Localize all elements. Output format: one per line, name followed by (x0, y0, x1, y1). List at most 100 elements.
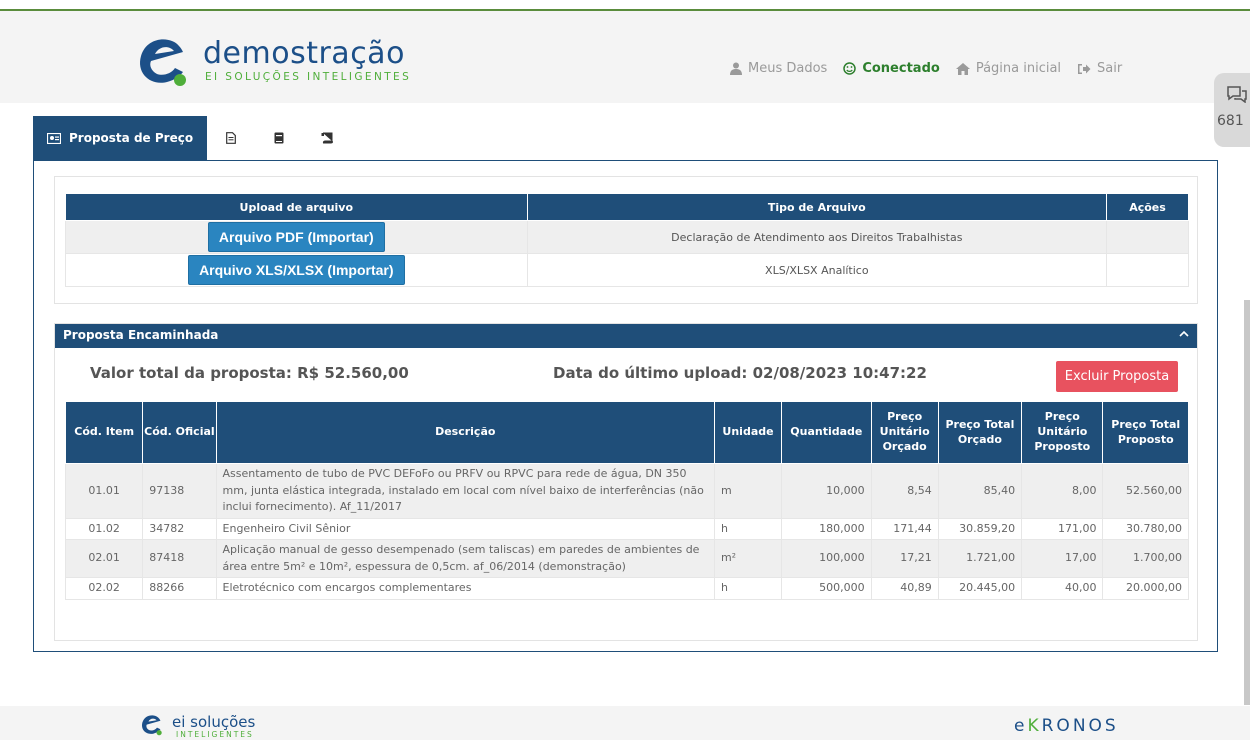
page-scrollbar[interactable] (1244, 300, 1250, 705)
brand-mark-icon (140, 39, 186, 86)
section-header[interactable]: Proposta Encaminhada (55, 324, 1197, 348)
item-code-cell: 01.02 (64, 517, 144, 540)
tab-content-panel: Upload de arquivo Tipo de Arquivo Ações … (33, 160, 1218, 652)
chat-widget[interactable]: 681 (1214, 73, 1250, 147)
footer-brand-logo[interactable]: ei soluções INTELIGENTES (138, 713, 298, 739)
actions-cell (1106, 220, 1189, 254)
proposed-unit-price-cell: 17,00 (1021, 539, 1104, 578)
id-card-icon (47, 132, 61, 144)
table-row: 02.01 87418 Aplicação manual de gesso dese… (64, 539, 1189, 578)
file-type-cell: Declaração de Atendimento aos Direitos T… (526, 220, 1108, 254)
ekronos-logo[interactable]: eKRONOS (1014, 716, 1119, 736)
nav-home-label: Página inicial (975, 61, 1062, 76)
column-header-proposed-total-price: Preço Total Proposto (1102, 401, 1189, 464)
import-xls-button[interactable]: Arquivo XLS/XLSX (Importar) (188, 255, 405, 285)
nav-logout-label: Sair (1097, 61, 1123, 76)
column-header-description: Descrição (215, 401, 715, 464)
official-code-cell: 88266 (142, 577, 217, 600)
chat-count: 681 (1217, 113, 1244, 129)
item-code-cell: 02.02 (64, 577, 144, 600)
chevron-up-icon[interactable] (1179, 330, 1189, 337)
column-header-budget-total-price: Preço Total Orçado (937, 401, 1023, 464)
logout-icon (1078, 63, 1091, 74)
nav-logout[interactable]: Sair (1077, 61, 1122, 76)
unit-cell: m² (713, 539, 783, 578)
budget-unit-price-cell: 40,89 (870, 577, 939, 600)
proposed-unit-price-cell: 40,00 (1021, 577, 1104, 600)
tab-book[interactable] (255, 116, 303, 160)
footer-brand-name: ei soluções (172, 713, 256, 731)
proposed-total-price-cell: 1.700,00 (1102, 539, 1189, 578)
column-header-proposed-unit-price: Preço Unitário Proposto (1021, 401, 1104, 464)
column-header-official-code: Cód. Oficial (142, 401, 217, 464)
budget-total-price-cell: 85,40 (937, 463, 1023, 519)
proposal-total: Valor total da proposta: R$ 52.560,00 (90, 364, 409, 382)
item-code-cell: 02.01 (64, 539, 144, 578)
description-cell: Engenheiro Civil Sênior (215, 517, 715, 540)
table-row: 01.02 34782 Engenheiro Civil Sênior h 180,00… (64, 517, 1189, 540)
ekronos-k: K (1027, 716, 1042, 736)
proposed-unit-price-cell: 8,00 (1021, 463, 1104, 519)
column-header-actions: Ações (1106, 193, 1189, 221)
column-header-code-item: Cód. Item (64, 401, 144, 464)
quantity-cell: 180,000 (781, 517, 872, 540)
tab-document[interactable] (207, 116, 255, 160)
column-header-quantity: Quantidade (781, 401, 872, 464)
upload-cell: Arquivo XLS/XLSX (Importar) (65, 253, 528, 287)
proposed-unit-price-cell: 171,00 (1021, 517, 1104, 540)
user-icon (730, 62, 742, 75)
budget-total-price-cell: 30.859,20 (937, 517, 1023, 540)
description-cell: Assentamento de tubo de PVC DEFoFo ou PR… (215, 463, 715, 519)
nav-my-data[interactable]: Meus Dados (730, 61, 827, 76)
column-header-unit: Unidade (713, 401, 783, 464)
item-code-cell: 01.01 (64, 463, 144, 519)
brand-logo[interactable]: demostração EI SOLUÇÕES INTELIGENTES (133, 34, 433, 92)
nav-connected[interactable]: Conectado (843, 61, 940, 76)
proposed-total-price-cell: 20.000,00 (1102, 577, 1189, 600)
upload-row: Arquivo XLS/XLSX (Importar) XLS/XLSX Ana… (65, 253, 1189, 287)
document-icon (226, 132, 236, 144)
tab-bar: Proposta de Preço (33, 116, 351, 160)
delete-proposal-button[interactable]: Excluir Proposta (1056, 361, 1178, 392)
nav-my-data-label: Meus Dados (748, 61, 828, 76)
top-navigation: Meus Dados Conectado Página inicial Sair (730, 61, 1122, 76)
brand-tagline: EI SOLUÇÕES INTELIGENTES (205, 71, 412, 83)
budget-total-price-cell: 1.721,00 (937, 539, 1023, 578)
budget-unit-price-cell: 171,44 (870, 517, 939, 540)
column-header-upload: Upload de arquivo (65, 193, 528, 221)
upload-section: Upload de arquivo Tipo de Arquivo Ações … (54, 176, 1198, 304)
actions-cell (1106, 253, 1189, 287)
budget-unit-price-cell: 17,21 (870, 539, 939, 578)
upload-table: Upload de arquivo Tipo de Arquivo Ações … (65, 193, 1189, 287)
budget-unit-price-cell: 8,54 (870, 463, 939, 519)
tab-price-proposal-label: Proposta de Preço (69, 131, 194, 145)
import-pdf-button[interactable]: Arquivo PDF (Importar) (207, 222, 385, 252)
home-icon (955, 62, 970, 75)
app-header: demostração EI SOLUÇÕES INTELIGENTES Meu… (0, 11, 1250, 103)
submitted-proposal-section: Proposta Encaminhada Valor total da prop… (54, 323, 1198, 641)
unit-cell: h (713, 577, 783, 600)
column-header-budget-unit-price: Preço Unitário Orçado (870, 401, 939, 464)
chat-icon (1227, 86, 1247, 103)
table-row: 02.02 88266 Eletrotécnico com encargos com… (64, 577, 1189, 600)
last-upload-date: Data do último upload: 02/08/2023 10:47:… (553, 364, 927, 382)
description-cell: Aplicação manual de gesso desempenado (s… (215, 539, 715, 578)
brand-name: demostração (203, 36, 405, 71)
official-code-cell: 97138 (142, 463, 217, 519)
quantity-cell: 100,000 (781, 539, 872, 578)
column-header-file-type: Tipo de Arquivo (526, 193, 1108, 221)
unit-cell: m (713, 463, 783, 519)
budget-total-price-cell: 20.445,00 (937, 577, 1023, 600)
quantity-cell: 500,000 (781, 577, 872, 600)
tab-scroll[interactable] (303, 116, 351, 160)
proposed-total-price-cell: 30.780,00 (1102, 517, 1189, 540)
footer-brand-sub: INTELIGENTES (176, 730, 254, 739)
quantity-cell: 10,000 (781, 463, 872, 519)
ekronos-prefix: e (1014, 716, 1028, 736)
file-type-cell: XLS/XLSX Analítico (526, 253, 1108, 287)
nav-home[interactable]: Página inicial (955, 61, 1062, 76)
table-row: 01.01 97138 Assentamento de tubo de PVC DE… (64, 463, 1189, 519)
app-footer: ei soluções INTELIGENTES eKRONOS (0, 706, 1250, 740)
tab-price-proposal[interactable]: Proposta de Preço (33, 116, 208, 160)
nav-connected-label: Conectado (862, 61, 940, 76)
